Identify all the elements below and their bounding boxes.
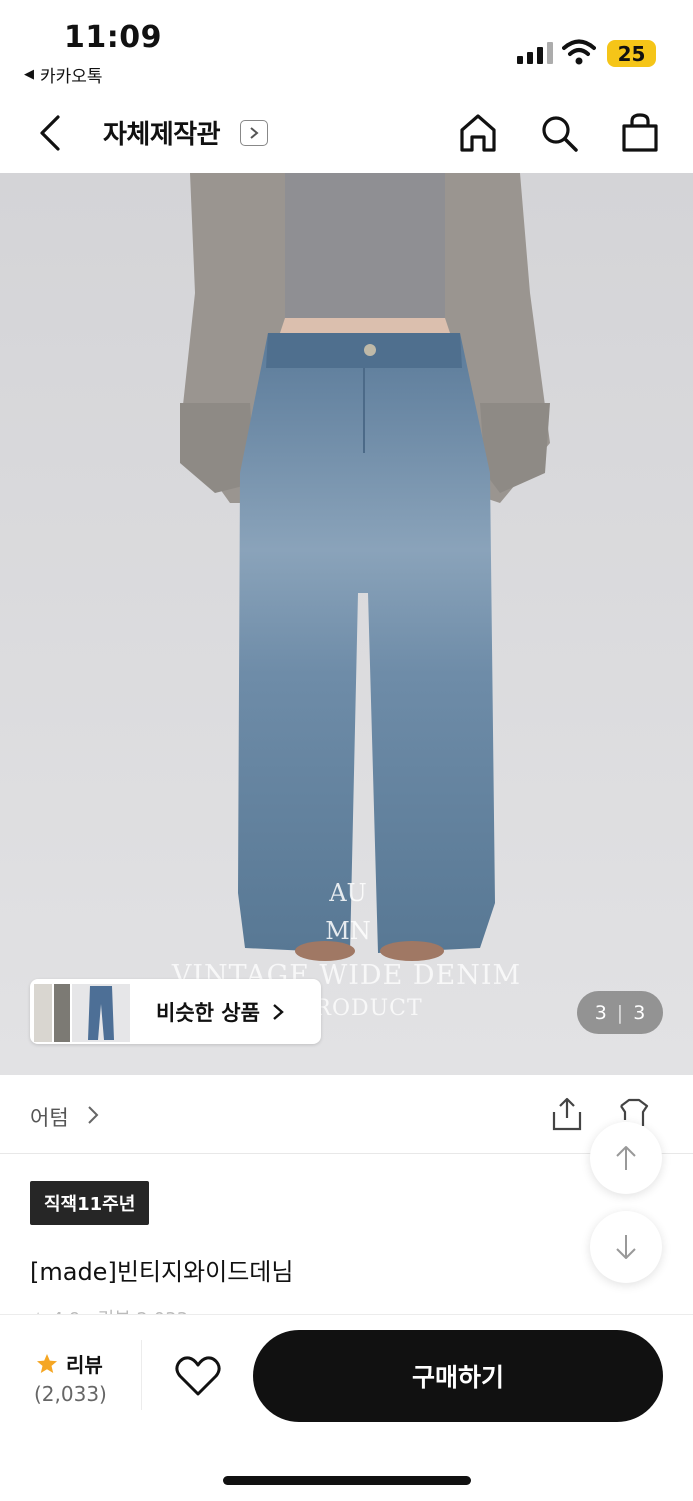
watermark-logo-part-1: AU — [328, 879, 367, 907]
home-icon[interactable] — [457, 110, 499, 156]
product-name: [made]빈티지와이드데님 — [30, 1258, 294, 1286]
product-photo-illustration: AU MN — [0, 173, 693, 1075]
review-count: (2,033) — [34, 1382, 107, 1406]
status-time: 11:09 — [64, 20, 162, 55]
home-indicator — [223, 1476, 471, 1485]
page-title[interactable]: 자체제작관 — [103, 114, 221, 151]
divider — [0, 1153, 693, 1154]
chevron-right-icon — [273, 1003, 284, 1020]
back-triangle-icon: ◀ — [24, 67, 34, 82]
buy-button[interactable]: 구매하기 — [253, 1330, 663, 1422]
product-image[interactable]: AU MN — [0, 173, 693, 1075]
arrow-up-icon — [616, 1146, 636, 1170]
battery-icon: 25 — [607, 40, 656, 67]
event-badge: 직잭11주년 — [30, 1181, 150, 1225]
wifi-icon — [562, 39, 596, 65]
back-icon[interactable] — [34, 112, 70, 154]
heart-icon[interactable] — [174, 1354, 222, 1398]
review-button[interactable]: 리뷰 — [36, 1349, 103, 1378]
chevron-right-icon[interactable] — [240, 120, 268, 146]
battery-level: 25 — [617, 41, 646, 66]
brand-link[interactable]: 어텀 — [30, 1102, 69, 1132]
review-label: 리뷰 — [66, 1353, 103, 1377]
vertical-divider — [141, 1340, 142, 1410]
similar-products-label: 비슷한 상품 — [156, 1000, 260, 1025]
search-icon[interactable] — [538, 110, 580, 156]
back-app-label: 카카오톡 — [40, 67, 103, 87]
share-icon[interactable] — [550, 1096, 584, 1132]
scroll-up-button[interactable] — [590, 1122, 662, 1194]
pager-total: 3 — [633, 1001, 646, 1024]
pager-current: 3 — [594, 1001, 607, 1024]
arrow-down-icon — [616, 1235, 636, 1259]
image-pager: 3 | 3 — [577, 991, 663, 1034]
back-to-app-link[interactable]: ◀ 카카오톡 — [24, 62, 103, 87]
pager-separator: | — [616, 1001, 624, 1024]
star-icon — [37, 1353, 57, 1373]
signal-icon — [517, 42, 553, 64]
similar-thumbnails — [32, 982, 132, 1042]
chevron-right-icon[interactable] — [86, 1104, 100, 1126]
similar-products-button[interactable]: 비슷한 상품 — [30, 979, 321, 1044]
watermark-logo-part-2: MN — [325, 917, 371, 945]
shopping-bag-icon[interactable] — [619, 110, 661, 156]
scroll-down-button[interactable] — [590, 1211, 662, 1283]
